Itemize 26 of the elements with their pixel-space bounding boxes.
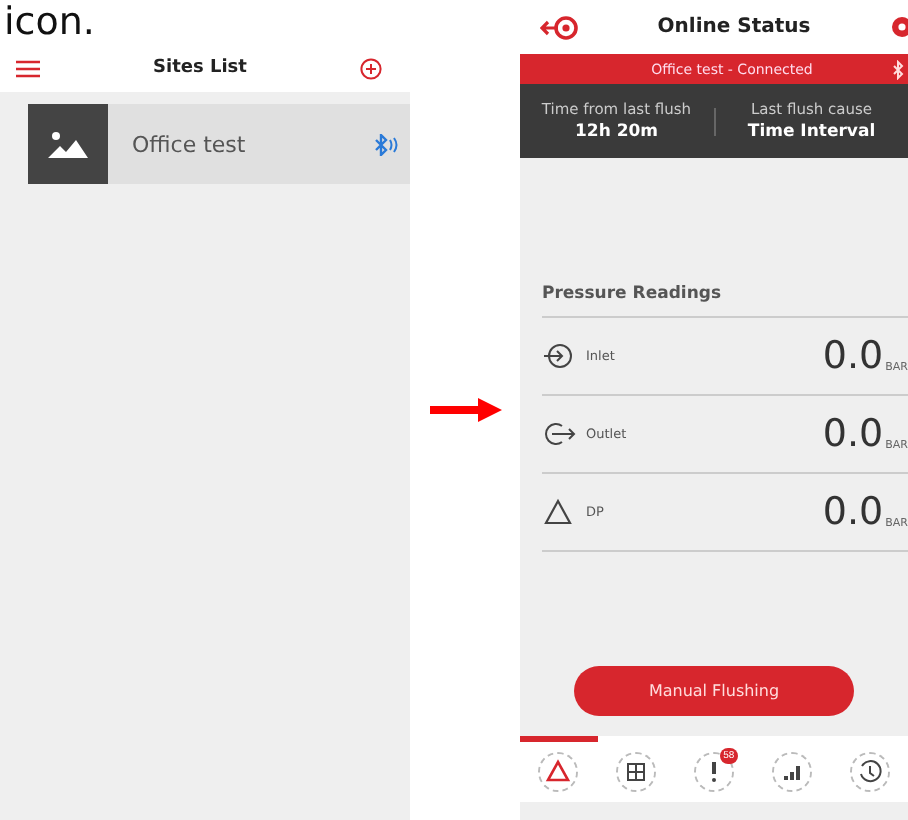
stat-value: Time Interval (747, 122, 876, 142)
signal-bars-icon (771, 752, 812, 792)
caption-text: icon. (2, 0, 95, 44)
reading-value: 0.0 (822, 412, 884, 456)
arrow-circle-icon (542, 420, 576, 448)
bluetooth-icon (372, 133, 398, 155)
site-name: Office test (130, 131, 248, 157)
arrow-icon (429, 398, 501, 422)
screen-title: Online Status (657, 16, 811, 38)
add-icon[interactable] (359, 57, 382, 79)
logout-icon[interactable] (540, 13, 580, 41)
section-title: Pressure Readings (542, 284, 908, 318)
menu-icon[interactable] (16, 59, 40, 77)
history-icon (849, 752, 890, 792)
site-item[interactable]: Office test (28, 104, 410, 184)
grid-icon (616, 752, 657, 792)
reading-value: 0.0 (822, 334, 884, 378)
screen-title: Sites List (153, 58, 247, 78)
image-icon (28, 104, 108, 184)
arrow-circle-icon (542, 342, 576, 370)
bluetooth-icon (892, 59, 908, 79)
reading-value: 0.0 (822, 490, 884, 534)
settings-icon[interactable] (887, 14, 908, 40)
triangle-icon (542, 498, 576, 526)
stat-value: 12h 20m (574, 122, 659, 142)
manual-flushing-button[interactable]: Manual Flushing (574, 666, 854, 716)
